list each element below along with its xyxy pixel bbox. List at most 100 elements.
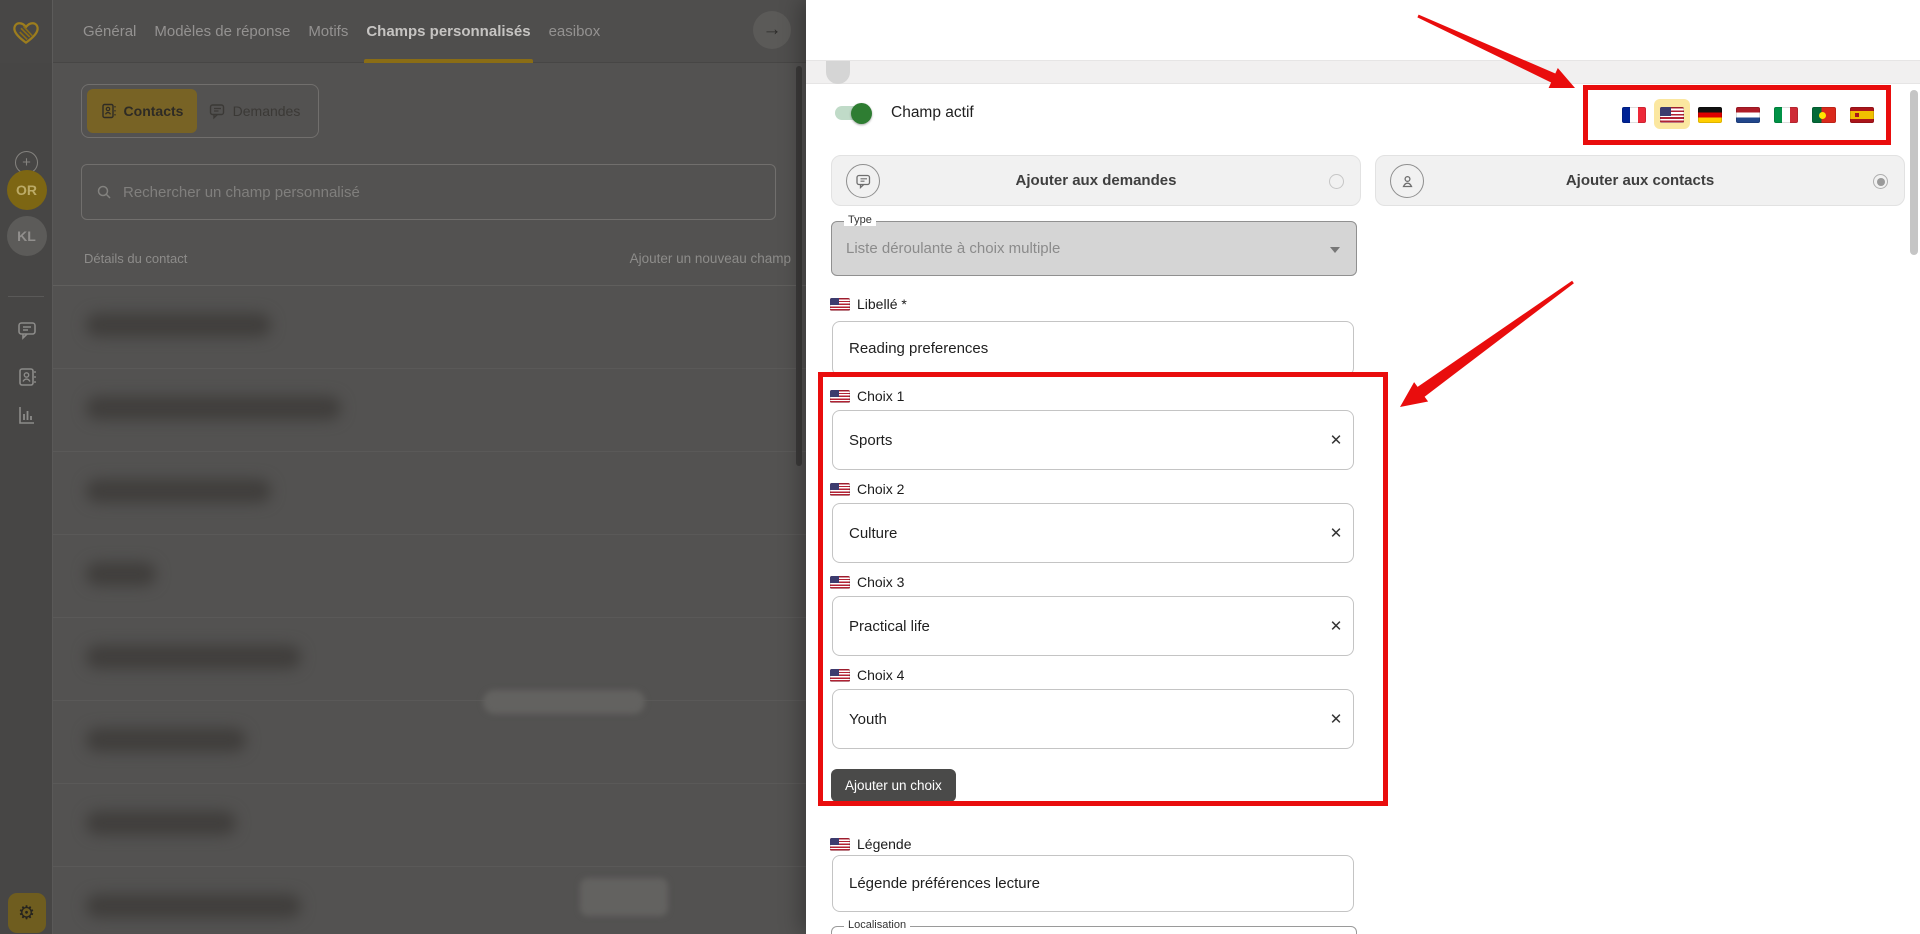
settings-gear-button[interactable]: ⚙ [0, 893, 53, 933]
list-item [53, 701, 806, 784]
add-choice-button[interactable]: Ajouter un choix [831, 769, 956, 802]
choice-2-input-wrap: ✕ [832, 503, 1354, 563]
rail-item-conversations[interactable] [0, 319, 53, 341]
add-to-contacts-card[interactable]: Ajouter aux contacts [1375, 155, 1905, 206]
libelle-input-wrap [832, 321, 1354, 376]
legende-input[interactable] [833, 856, 1353, 911]
choice-2-input[interactable] [833, 504, 1319, 562]
remove-choice-3-button[interactable]: ✕ [1319, 597, 1353, 655]
type-value: Liste déroulante à choix multiple [846, 222, 1060, 275]
contacts-segment-label: Contacts [124, 103, 184, 119]
add-new-field-link[interactable]: Ajouter un nouveau champ [630, 251, 791, 266]
skeleton-rows [53, 286, 806, 934]
rail-item-contacts[interactable] [0, 366, 53, 388]
close-icon: ✕ [1330, 617, 1343, 635]
card-label: Ajouter aux demandes [832, 172, 1360, 189]
tab-general[interactable]: Général [83, 0, 136, 63]
add-to-demandes-card[interactable]: Ajouter aux demandes [831, 155, 1361, 206]
close-icon: ✕ [1330, 710, 1343, 728]
collapse-panel-button[interactable]: → [753, 11, 791, 49]
avatar-or[interactable]: OR [0, 170, 53, 210]
person-icon [1399, 173, 1416, 190]
chat-bubble-icon [16, 319, 38, 341]
tab-champs-personnalises[interactable]: Champs personnalisés [366, 0, 530, 63]
tab-motifs[interactable]: Motifs [308, 0, 348, 63]
remove-choice-2-button[interactable]: ✕ [1319, 504, 1353, 562]
list-item [53, 867, 806, 934]
language-fr-button[interactable] [1622, 107, 1646, 128]
drawer-header-divider [806, 60, 1920, 84]
search-input[interactable] [121, 183, 761, 202]
legende-label: Légende [857, 836, 912, 852]
language-us-button[interactable] [1660, 107, 1684, 128]
language-de-button[interactable] [1698, 107, 1722, 128]
localisation-field[interactable]: Localisation [831, 926, 1357, 934]
toggle-knob [851, 103, 872, 124]
language-nl-button[interactable] [1736, 107, 1760, 128]
remove-choice-4-button[interactable]: ✕ [1319, 690, 1353, 748]
choice-3-input-wrap: ✕ [832, 596, 1354, 656]
contacts-radio[interactable] [1873, 174, 1888, 189]
app-logo[interactable] [0, 0, 53, 63]
language-it-button[interactable] [1774, 107, 1798, 128]
legende-input-wrap [832, 855, 1354, 912]
rail-divider [8, 296, 44, 297]
choice-1-input-wrap: ✕ [832, 410, 1354, 470]
demandes-radio[interactable] [1329, 174, 1344, 189]
field-active-toggle[interactable] [835, 106, 869, 120]
remove-choice-1-button[interactable]: ✕ [1319, 411, 1353, 469]
type-select[interactable]: Type Liste déroulante à choix multiple [831, 221, 1357, 276]
gear-icon: ⚙ [18, 902, 35, 925]
tab-modeles-de-reponse[interactable]: Modèles de réponse [154, 0, 290, 63]
drawer-scrollbar[interactable] [1910, 90, 1918, 255]
field-active-row: Champ actif [835, 104, 974, 122]
flag-us-icon [830, 390, 850, 403]
skeleton-pill [483, 690, 645, 714]
demandes-segment-label: Demandes [233, 103, 301, 119]
settings-top-nav: Général Modèles de réponse Motifs Champs… [0, 0, 806, 63]
left-panel-scrollbar[interactable] [796, 66, 802, 466]
flag-us-icon [830, 838, 850, 851]
settings-background-page: Général Modèles de réponse Motifs Champs… [0, 0, 806, 934]
flag-pt-icon [1812, 107, 1836, 123]
language-pt-button[interactable] [1812, 107, 1836, 128]
flag-us-icon [1660, 107, 1684, 123]
choice-3-input[interactable] [833, 597, 1319, 655]
contacts-segment-button[interactable]: Contacts [87, 89, 197, 133]
demandes-segment-button[interactable]: Demandes [197, 89, 312, 133]
list-item [53, 286, 806, 369]
libelle-label: Libellé * [857, 296, 907, 312]
close-icon: ✕ [1330, 524, 1343, 542]
app-window: Général Modèles de réponse Motifs Champs… [0, 0, 1920, 934]
entity-switcher: Contacts Demandes [81, 84, 319, 138]
search-icon [96, 184, 112, 200]
contact-card-icon [16, 366, 38, 388]
speech-bubble-icon [209, 103, 226, 120]
avatar-kl[interactable]: KL [0, 216, 53, 256]
close-icon: ✕ [1330, 431, 1343, 449]
choice-4-input[interactable] [833, 690, 1319, 748]
flag-de-icon [1698, 107, 1722, 123]
choice-label: Choix 2 [857, 481, 904, 497]
list-header: Détails du contact Ajouter un nouveau ch… [84, 245, 791, 271]
flag-us-icon [830, 669, 850, 682]
language-es-button[interactable] [1850, 107, 1874, 128]
flag-us-icon [830, 483, 850, 496]
choice-1-input[interactable] [833, 411, 1319, 469]
flag-fr-icon [1622, 107, 1646, 123]
skeleton-pill [580, 878, 668, 916]
drawer-handle [826, 61, 850, 84]
list-item [53, 369, 806, 452]
choice-1-label-row: Choix 1 [830, 388, 904, 404]
flag-es-icon [1850, 107, 1874, 123]
tab-easibox[interactable]: easibox [549, 0, 601, 63]
card-label: Ajouter aux contacts [1376, 172, 1904, 189]
list-item [53, 784, 806, 867]
flag-us-icon [830, 298, 850, 311]
legende-label-row: Légende [830, 836, 912, 852]
libelle-input[interactable] [833, 322, 1353, 375]
rail-item-statistics[interactable] [0, 404, 53, 426]
search-field [81, 164, 776, 220]
target-cards: Ajouter aux demandes Ajouter aux contact… [831, 155, 1905, 206]
list-item [53, 535, 806, 618]
